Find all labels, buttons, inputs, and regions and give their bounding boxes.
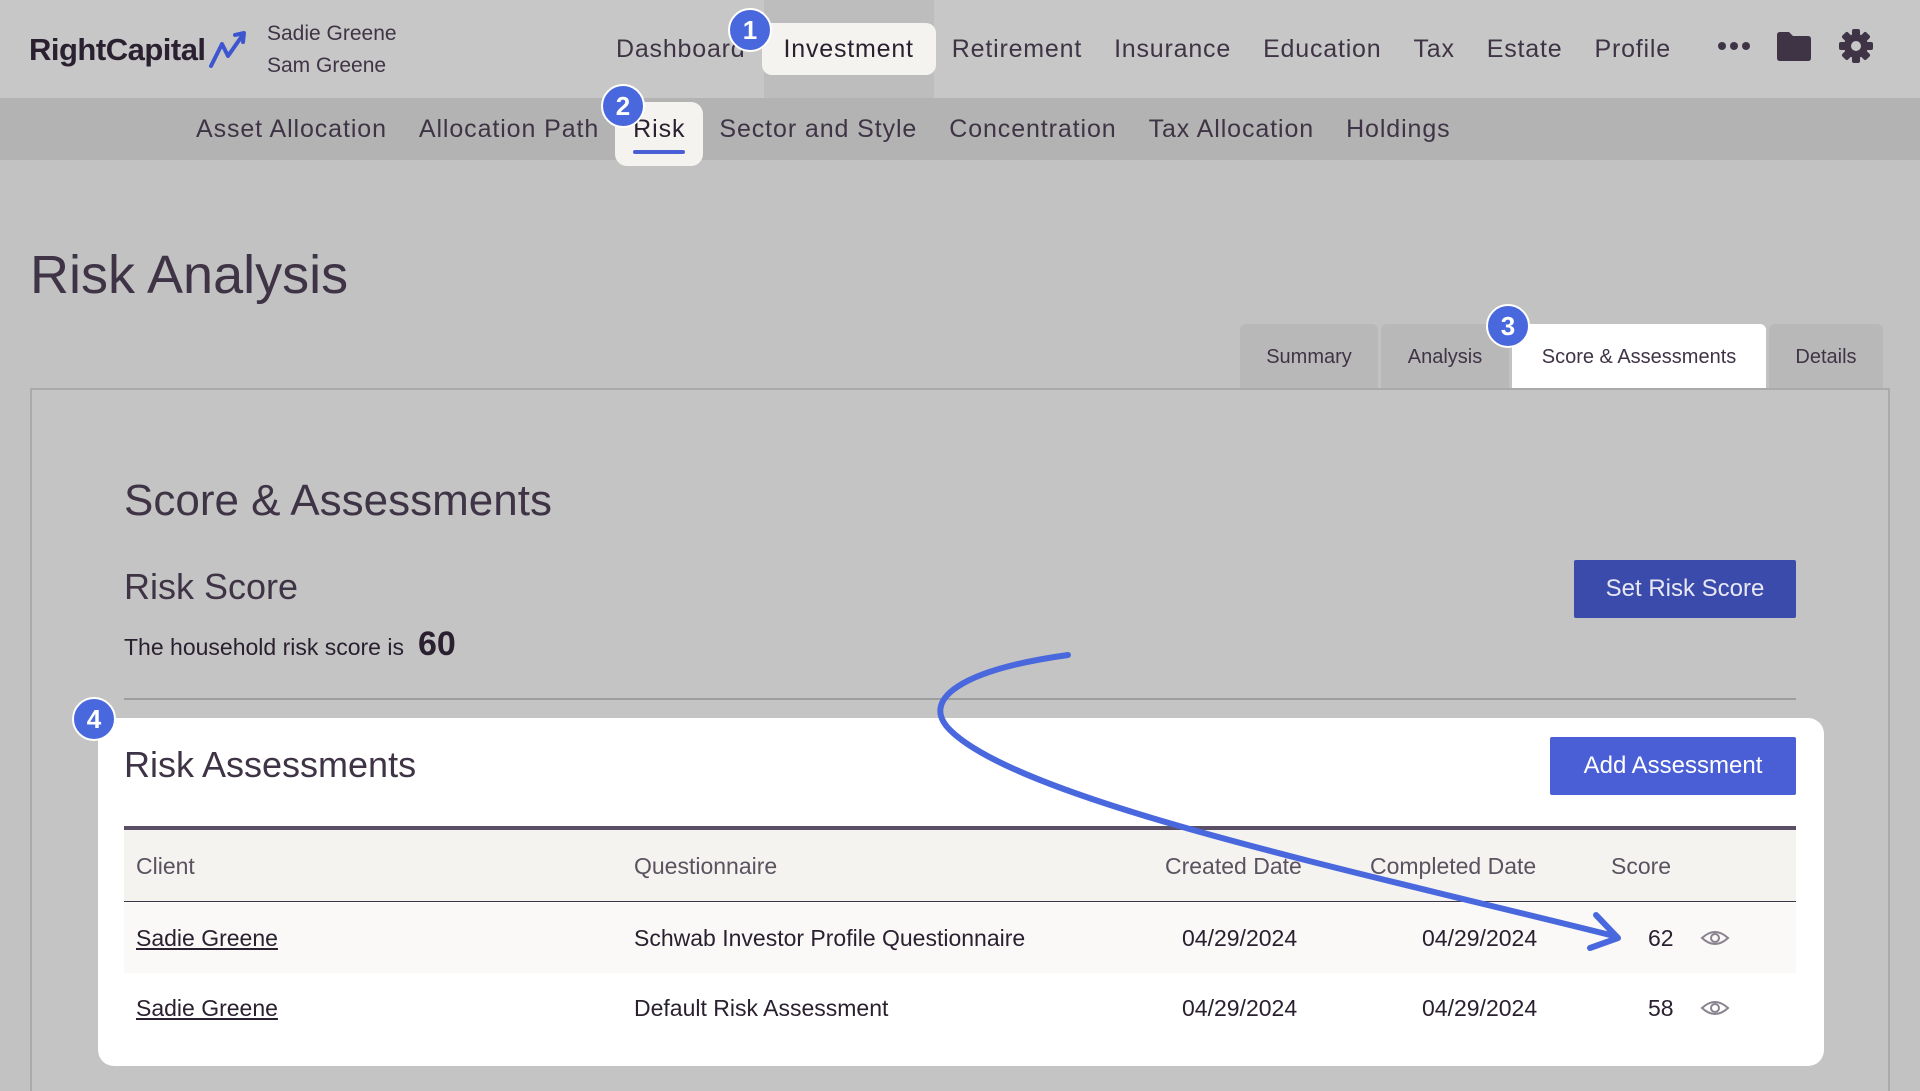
section-title: Score & Assessments <box>124 476 552 525</box>
row-client-link[interactable]: Sadie Greene <box>136 973 278 1043</box>
tab-score-assessments[interactable]: Score & Assessments <box>1512 324 1766 390</box>
folder-icon[interactable] <box>1774 26 1814 66</box>
subnav-concentration[interactable]: Concentration <box>933 98 1132 160</box>
col-score[interactable]: Score <box>1611 830 1671 902</box>
row-completed-date: 04/29/2024 <box>1422 994 1538 1021</box>
eye-icon[interactable] <box>1700 926 1730 950</box>
brand-name: RightCapital <box>29 32 206 67</box>
nav-retirement[interactable]: Retirement <box>936 23 1098 75</box>
household-primary: Sadie Greene <box>267 22 397 45</box>
sub-nav: Asset Allocation Allocation Path Risk Se… <box>0 98 1920 166</box>
tab-details[interactable]: Details <box>1769 324 1883 390</box>
set-risk-score-button[interactable]: Set Risk Score <box>1574 560 1796 618</box>
risk-assessments-title: Risk Assessments <box>124 744 417 785</box>
add-assessment-button[interactable]: Add Assessment <box>1550 737 1796 795</box>
callout-badge-3: 3 <box>1486 304 1530 348</box>
row-score: 58 <box>1648 994 1674 1021</box>
table-header: Client Questionnaire Created Date Comple… <box>124 830 1796 902</box>
nav-profile[interactable]: Profile <box>1578 23 1686 75</box>
col-questionnaire[interactable]: Questionnaire <box>634 830 777 902</box>
more-icon[interactable] <box>1714 26 1754 66</box>
top-icons <box>1714 26 1876 66</box>
nav-education[interactable]: Education <box>1247 23 1397 75</box>
nav-investment[interactable]: Investment <box>761 23 936 75</box>
table-row: Sadie Greene Schwab Investor Profile Que… <box>124 903 1796 973</box>
col-created-date[interactable]: Created Date <box>1165 830 1302 902</box>
callout-badge-4: 4 <box>72 697 116 741</box>
table-row: Sadie Greene Default Risk Assessment 04/… <box>124 973 1796 1043</box>
row-completed-date: 04/29/2024 <box>1422 924 1538 951</box>
growth-arrow-icon <box>208 31 246 68</box>
section-divider <box>124 698 1796 700</box>
tab-summary[interactable]: Summary <box>1240 324 1378 390</box>
col-completed-date[interactable]: Completed Date <box>1370 830 1536 902</box>
subnav-allocation-path[interactable]: Allocation Path <box>403 98 615 160</box>
page-title: Risk Analysis <box>30 245 349 305</box>
tab-bar: Summary Analysis Score & Assessments Det… <box>1240 324 1886 390</box>
nav-tax[interactable]: Tax <box>1397 23 1470 75</box>
risk-score-line: The household risk score is 60 <box>124 625 456 664</box>
risk-score-text: The household risk score is <box>124 634 404 660</box>
risk-score-title: Risk Score <box>124 566 299 607</box>
nav-estate[interactable]: Estate <box>1471 23 1579 75</box>
nav-insurance[interactable]: Insurance <box>1098 23 1247 75</box>
callout-badge-1: 1 <box>728 8 772 52</box>
risk-score-value: 60 <box>417 625 456 663</box>
eye-icon[interactable] <box>1700 996 1730 1020</box>
row-questionnaire: Schwab Investor Profile Questionnaire <box>634 924 1026 951</box>
callout-badge-2: 2 <box>601 84 645 128</box>
gear-icon[interactable] <box>1836 26 1876 66</box>
subnav-risk-label: Risk <box>633 114 686 143</box>
household-secondary: Sam Greene <box>267 54 387 77</box>
brand-logo[interactable]: RightCapital <box>29 30 250 70</box>
household-names[interactable]: Sadie Greene Sam Greene <box>267 18 397 82</box>
subnav-tax-allocation[interactable]: Tax Allocation <box>1133 98 1330 160</box>
subnav-asset-allocation[interactable]: Asset Allocation <box>180 98 403 160</box>
active-underline <box>633 149 686 154</box>
row-score: 62 <box>1648 924 1674 951</box>
row-questionnaire: Default Risk Assessment <box>634 994 889 1021</box>
col-client[interactable]: Client <box>136 830 195 902</box>
subnav-sector-style[interactable]: Sector and Style <box>703 98 933 160</box>
subnav-holdings[interactable]: Holdings <box>1330 98 1466 160</box>
row-created-date: 04/29/2024 <box>1182 924 1298 951</box>
row-created-date: 04/29/2024 <box>1182 994 1298 1021</box>
row-client-link[interactable]: Sadie Greene <box>136 903 278 973</box>
